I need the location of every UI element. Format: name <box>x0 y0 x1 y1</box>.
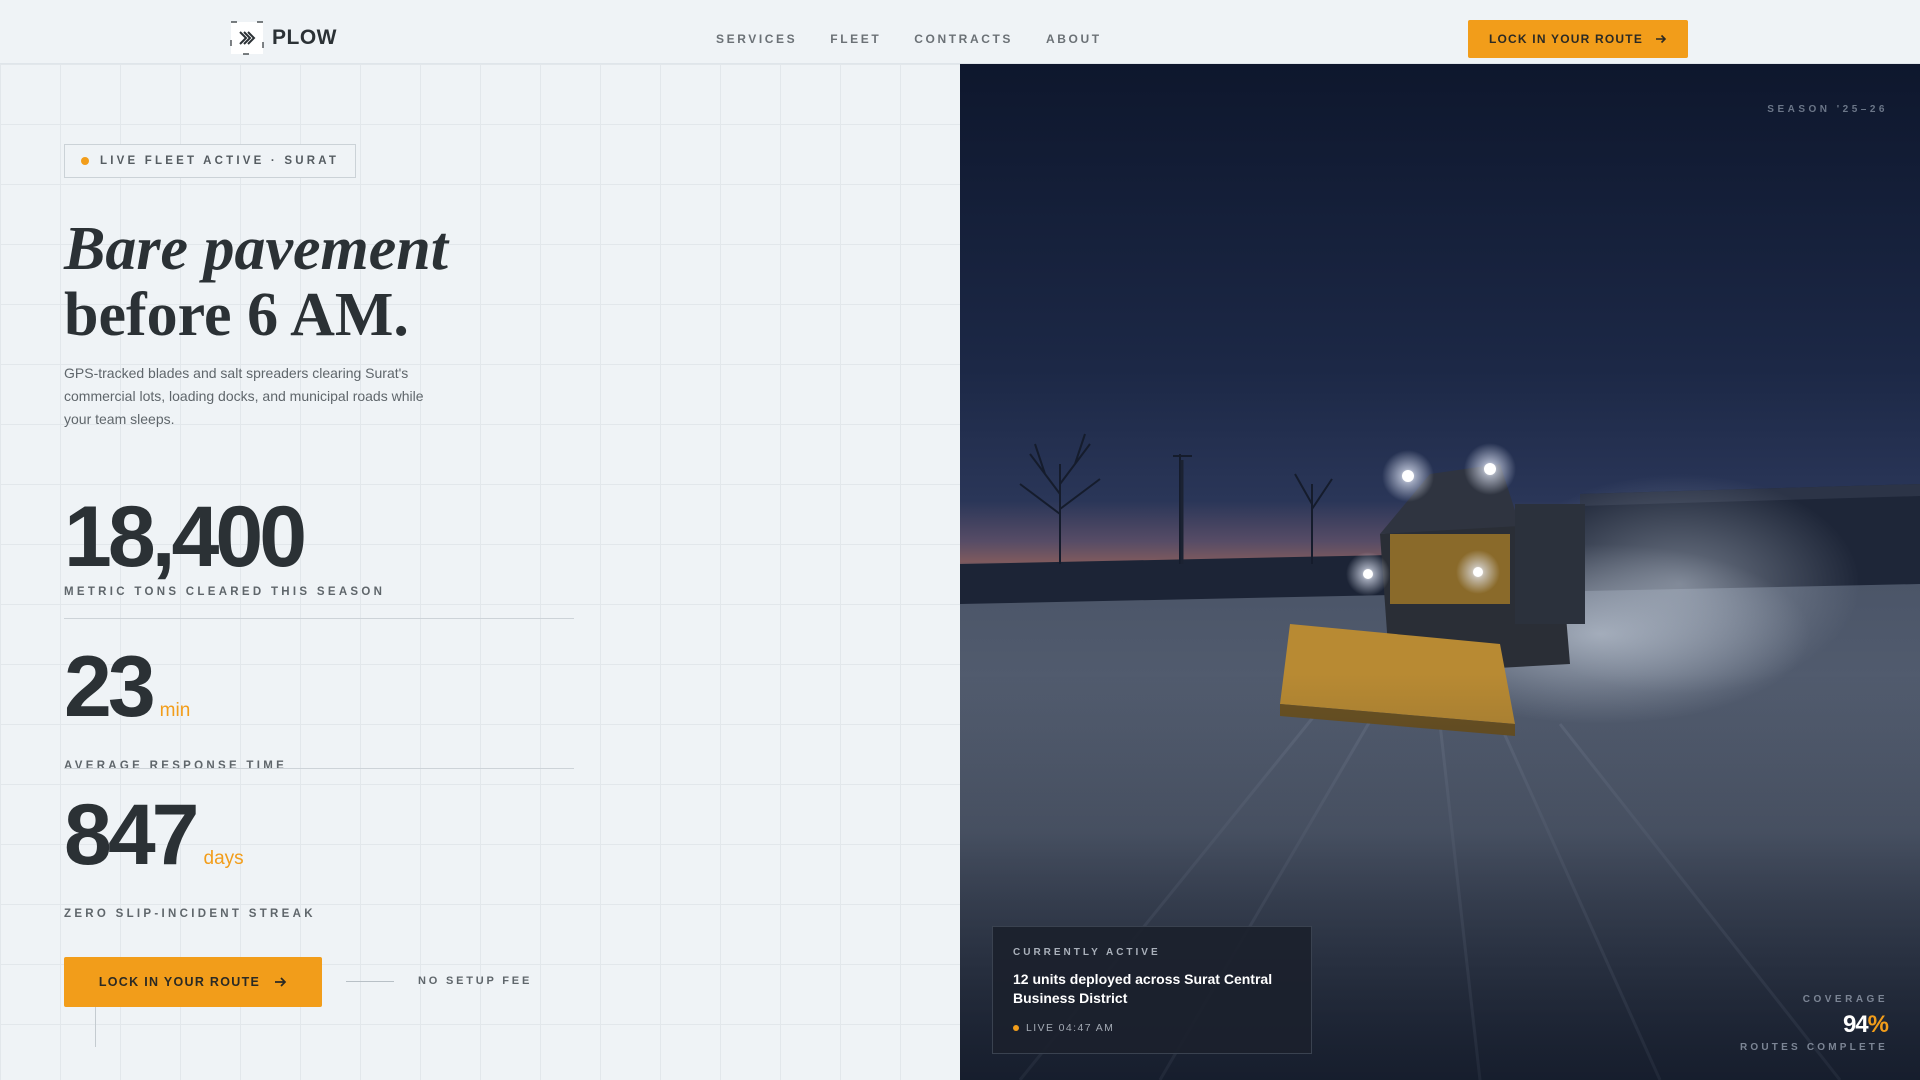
coverage-value-row: 94% <box>1740 1011 1889 1039</box>
header-lock-route-button[interactable]: LOCK IN YOUR ROUTE <box>1468 20 1688 58</box>
brand-logo-link[interactable]: PLOW <box>230 20 337 56</box>
stat-value: 847 <box>64 787 199 883</box>
stat-value-row: 23 min <box>64 644 287 754</box>
coverage-percent-sign: % <box>1867 1011 1889 1038</box>
note-text: NO SETUP FEE <box>418 975 533 987</box>
hero-subcopy: GPS-tracked blades and salt spreaders cl… <box>64 365 424 427</box>
stat-label: METRIC TONS CLEARED THIS SEASON <box>64 586 386 598</box>
coverage-value: 94 <box>1842 1011 1869 1038</box>
hero-headline: Bare pavement before 6 AM. <box>64 216 448 348</box>
hero-left-panel: LIVE FLEET ACTIVE · SURAT Bare pavement … <box>0 64 960 1080</box>
note-divider <box>346 980 394 982</box>
live-dot-icon <box>1013 1025 1019 1031</box>
nav-about[interactable]: ABOUT <box>1046 32 1102 46</box>
headline-line-2: before 6 AM. <box>64 281 409 349</box>
header-cta-label: LOCK IN YOUR ROUTE <box>1488 32 1644 46</box>
currently-active-card: CURRENTLY ACTIVE 12 units deployed acros… <box>992 926 1312 1054</box>
nav-fleet[interactable]: FLEET <box>830 32 881 46</box>
headline-line-1: Bare pavement <box>64 215 448 283</box>
coverage-readout: COVERAGE 94% ROUTES COMPLETE <box>1739 994 1889 1053</box>
stat-unit: days <box>203 848 244 869</box>
arrow-right-icon <box>1656 34 1667 44</box>
card-status: LIVE 04:47 AM <box>1013 1022 1291 1034</box>
arrow-right-icon <box>275 977 287 987</box>
cta-label: LOCK IN YOUR ROUTE <box>98 975 261 989</box>
season-label: SEASON '25–26 <box>1767 104 1888 115</box>
stat-response-time: 23 min AVERAGE RESPONSE TIME <box>64 644 287 772</box>
setup-fee-note: NO SETUP FEE <box>346 975 532 987</box>
hero-image-panel: SEASON '25–26 CURRENTLY ACTIVE 12 units … <box>960 64 1920 1080</box>
stat-tons-cleared: 18,400 METRIC TONS CLEARED THIS SEASON <box>64 494 385 598</box>
badge-text: LIVE FLEET ACTIVE · SURAT <box>100 155 340 167</box>
stat-value: 18,400 <box>64 489 307 585</box>
main-nav: SERVICES FLEET CONTRACTS ABOUT <box>716 32 1102 46</box>
stat-value-row: 18,400 <box>64 494 385 580</box>
live-fleet-badge: LIVE FLEET ACTIVE · SURAT <box>64 144 356 178</box>
chevron-logo-icon <box>230 21 264 55</box>
stat-label: ZERO SLIP-INCIDENT STREAK <box>64 908 316 920</box>
lock-route-button[interactable]: LOCK IN YOUR ROUTE <box>64 957 322 1007</box>
stat-value-row: 847 days <box>64 792 316 902</box>
card-status-text: LIVE 04:47 AM <box>1026 1022 1115 1034</box>
card-title: 12 units deployed across Surat Central B… <box>1013 971 1273 1006</box>
site-header: PLOW SERVICES FLEET CONTRACTS ABOUT LOCK… <box>0 0 1920 64</box>
stat-value: 23 <box>64 639 156 735</box>
stat-divider <box>64 768 574 769</box>
brand-name: PLOW <box>272 26 337 49</box>
coverage-sub: ROUTES COMPLETE <box>1739 1042 1888 1053</box>
card-kicker: CURRENTLY ACTIVE <box>1013 947 1161 958</box>
stat-unit: min <box>159 700 191 721</box>
stat-label: AVERAGE RESPONSE TIME <box>64 760 288 772</box>
coverage-kicker: COVERAGE <box>1802 994 1888 1005</box>
nav-services[interactable]: SERVICES <box>716 32 797 46</box>
stat-slip-streak: 847 days ZERO SLIP-INCIDENT STREAK <box>64 792 316 920</box>
live-dot-icon <box>81 157 89 165</box>
stat-divider <box>64 618 574 619</box>
nav-contracts[interactable]: CONTRACTS <box>914 32 1013 46</box>
decorative-vertical-line <box>95 1007 96 1047</box>
